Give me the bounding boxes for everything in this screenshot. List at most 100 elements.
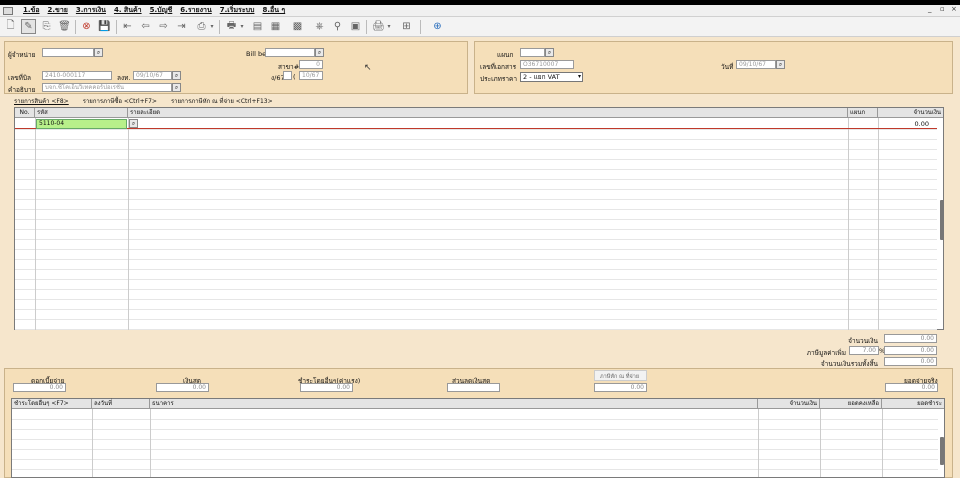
grid-row-line	[15, 169, 937, 170]
col-pay-date[interactable]: ลงวันที่	[92, 399, 150, 409]
calendar-icon[interactable]: ⌕	[172, 71, 181, 80]
delete-icon[interactable]: 🗑	[57, 19, 72, 34]
col-paid[interactable]: ยอดชำระ	[882, 399, 944, 409]
menu-file[interactable]: 1.ข้อ	[23, 5, 40, 16]
doc-date-input[interactable]: 09/10/67	[133, 71, 172, 80]
description-lookup-icon[interactable]: ⌕	[172, 83, 181, 92]
menu-setup[interactable]: 7.เริ่มระบบ	[220, 5, 255, 16]
branch-input[interactable]: 0	[299, 60, 323, 69]
price-type-value: 2 - แยก VAT	[523, 73, 560, 81]
col-other-payment[interactable]: ชำระโดยอื่นๆ <F7>	[12, 399, 92, 409]
grid-row-line	[15, 179, 937, 180]
payment-grid-scrollbar[interactable]	[940, 437, 944, 465]
printer-icon[interactable]: 🖨	[371, 19, 386, 34]
reference-input[interactable]: O36710007	[520, 60, 574, 69]
close-button[interactable]: ×	[951, 5, 957, 13]
calendar-icon[interactable]: ⌕	[776, 60, 785, 69]
menu-reports[interactable]: 6.รายงาน	[180, 5, 211, 16]
first-record-icon[interactable]: ⇤	[120, 19, 135, 34]
col-detail[interactable]: รายละเอียด	[128, 108, 848, 118]
grid-row-line	[15, 139, 937, 140]
tab-purchase-tax[interactable]: รายการภาษีซื้อ <Ctrl+F7>	[83, 96, 157, 106]
date-input[interactable]: 09/10/67	[736, 60, 776, 69]
grid-col-divider	[848, 118, 849, 330]
supplier-lookup-icon[interactable]: ⌕	[94, 48, 103, 57]
supplier-label: ผู้จำหน่าย	[8, 51, 36, 59]
preview-icon[interactable]: ▤	[250, 19, 265, 34]
table-row[interactable]: 5110-04 ⌕ 0.00	[15, 119, 937, 129]
billbe-input[interactable]	[265, 48, 315, 57]
interest-input[interactable]: 0.00	[13, 383, 66, 392]
calculator-icon[interactable]: ▩	[290, 19, 305, 34]
amount-label: จำนวนเงิน	[848, 337, 878, 345]
last-record-icon[interactable]: ⇥	[174, 19, 189, 34]
wht-input[interactable]: 0.00	[594, 383, 647, 392]
price-type-label: ประเภทราคา	[480, 75, 518, 83]
attach-icon[interactable]: ⚲	[330, 19, 345, 34]
grid-row-line	[15, 149, 937, 150]
row-code-input[interactable]: 5110-04	[36, 119, 127, 129]
grid-row-line	[15, 239, 937, 240]
menu-inventory[interactable]: 4. สินค้า	[114, 5, 142, 16]
col-pay-amount[interactable]: จำนวนเงิน	[758, 399, 820, 409]
tab-withholding-tax[interactable]: รายการภาษีหัก ณ ที่จ่าย <Ctrl+F13>	[171, 96, 273, 106]
grid-scrollbar[interactable]	[940, 200, 944, 240]
grid-row-line	[15, 289, 937, 290]
period-year-input[interactable]	[283, 71, 292, 80]
col-bank[interactable]: ธนาคาร	[150, 399, 758, 409]
edit-icon[interactable]: ✎	[21, 19, 36, 34]
discount-input[interactable]	[447, 383, 500, 392]
new-icon[interactable]: 🗋	[3, 19, 18, 34]
col-no[interactable]: No.	[15, 108, 35, 118]
col-balance[interactable]: ยอดคงเหลือ	[820, 399, 882, 409]
chart-icon[interactable]: ⊞	[399, 19, 414, 34]
cash-input[interactable]: 0.00	[156, 383, 209, 392]
form-icon[interactable]: ▦	[268, 19, 283, 34]
chevron-down-icon[interactable]: ▾	[385, 19, 393, 34]
supplier-input[interactable]	[42, 48, 94, 57]
grid-row-line	[15, 309, 937, 310]
reference-label: เลขที่เอกสาร	[480, 63, 517, 71]
chevron-down-icon[interactable]: ▾	[238, 19, 246, 34]
minimize-button[interactable]: _	[928, 5, 932, 13]
print-icon[interactable]: 🖶	[224, 19, 239, 34]
department-input[interactable]	[520, 48, 545, 57]
chevron-down-icon[interactable]: ▾	[208, 19, 216, 34]
grid-row-line	[15, 189, 937, 190]
col-dept[interactable]: แผนก	[848, 108, 878, 118]
items-grid: No. รหัส รายละเอียด แผนก จำนวนเงิน 5110-…	[14, 107, 944, 330]
save-icon[interactable]: 💾	[97, 19, 112, 34]
search-doc-icon[interactable]: ⎙	[194, 19, 209, 34]
next-record-icon[interactable]: ⇨	[156, 19, 171, 34]
col-code[interactable]: รหัส	[35, 108, 128, 118]
grid-row-line	[15, 279, 937, 280]
net-value: 0.00	[884, 357, 937, 366]
cancel-icon[interactable]: ⊗	[79, 19, 94, 34]
toolbar-separator	[116, 20, 117, 34]
menu-other[interactable]: 8.อื่น ๆ	[262, 5, 285, 16]
prev-record-icon[interactable]: ⇦	[138, 19, 153, 34]
help-icon[interactable]: ⊕	[430, 19, 445, 34]
grid-row-line	[15, 249, 937, 250]
code-lookup-icon[interactable]: ⌕	[129, 119, 138, 128]
other-payment-input[interactable]: 0.00	[300, 383, 353, 392]
billbe-lookup-icon[interactable]: ⌕	[315, 48, 324, 57]
grid-row-line	[15, 269, 937, 270]
toolbar: 🗋 ✎ ⎘ 🗑 ⊗ 💾 ⇤ ⇦ ⇨ ⇥ ⎙ ▾ 🖶 ▾ ▤ ▦ ▩ ⎈ ⚲ ▣ …	[0, 17, 960, 37]
doc-no-input[interactable]: 2410-000117	[42, 71, 112, 80]
description-input[interactable]: บจก.ซีโคเอ็นวิเทคคอร์ปอเรชั่น	[42, 83, 172, 92]
tab-items[interactable]: รายการสินค้า <F8>	[14, 96, 69, 106]
menu-accounting[interactable]: 5.บัญชี	[150, 5, 173, 16]
grid-row-line	[15, 129, 937, 130]
report-icon[interactable]: ▣	[348, 19, 363, 34]
department-lookup-icon[interactable]: ⌕	[545, 48, 554, 57]
price-type-select[interactable]: 2 - แยก VAT ▾	[520, 72, 583, 82]
period-input[interactable]: 10/67	[299, 71, 323, 80]
vat-rate-input[interactable]: 7.00	[849, 346, 879, 355]
menu-finance[interactable]: 3.การเงิน	[76, 5, 106, 16]
restore-button[interactable]: ▫	[940, 5, 945, 13]
copy-icon[interactable]: ⎘	[39, 19, 54, 34]
col-amount[interactable]: จำนวนเงิน	[878, 108, 943, 118]
stamp-icon[interactable]: ⎈	[312, 19, 327, 34]
menu-sales[interactable]: 2.ขาย	[48, 5, 68, 16]
